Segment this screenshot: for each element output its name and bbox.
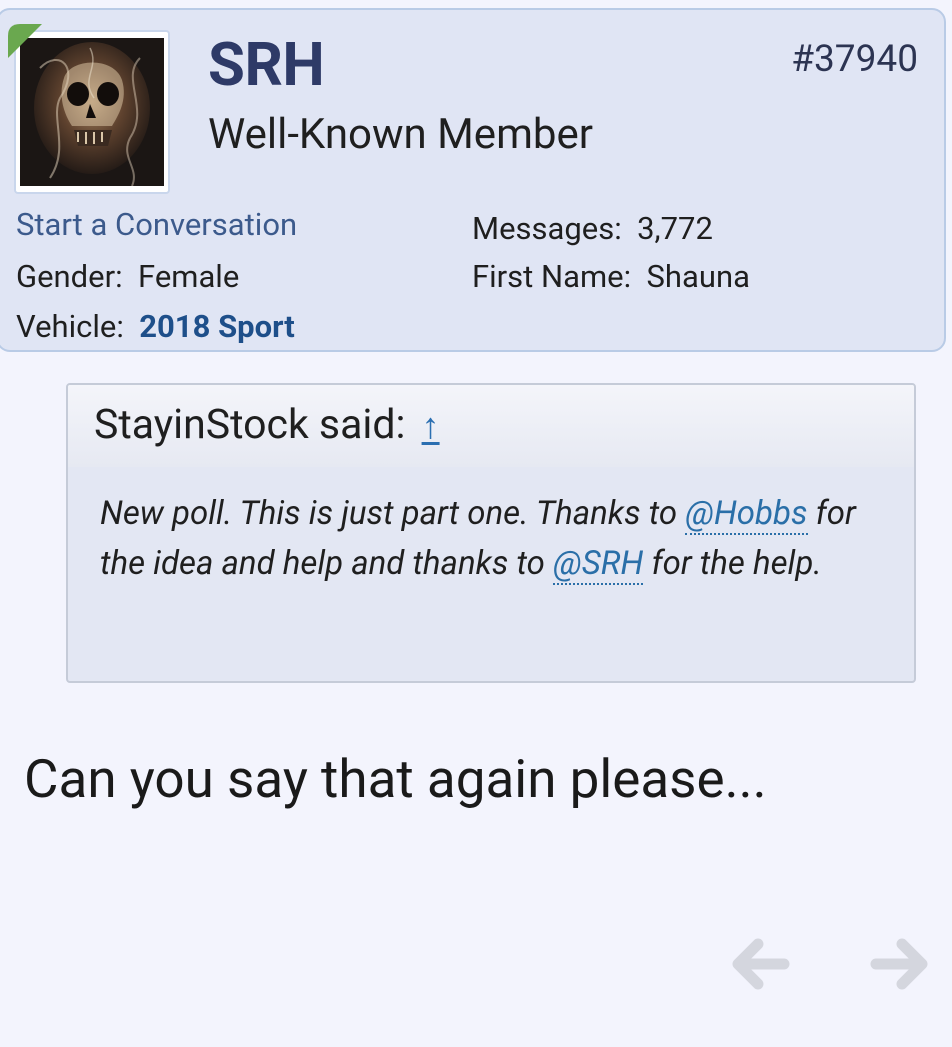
online-status-indicator — [8, 24, 42, 58]
user-card: SRH Well-Known Member #37940 Start a Con… — [0, 8, 946, 352]
quote-author[interactable]: StayinStock said: — [94, 401, 405, 449]
vehicle-value-link[interactable]: 2018 Sport — [139, 308, 294, 345]
quote-body: New poll. This is just part one. Thanks … — [68, 467, 914, 589]
avatar[interactable] — [20, 38, 164, 186]
post-body-text: Can you say that again please... — [24, 748, 767, 810]
messages-row: Messages: 3,772 — [472, 210, 713, 247]
first-name-row: First Name: Shauna — [472, 258, 750, 295]
first-name-value: Shauna — [646, 258, 750, 295]
vehicle-label: Vehicle: — [16, 308, 124, 345]
mention-srh-link[interactable]: @SRH — [553, 544, 644, 585]
post-number-link[interactable]: #37940 — [791, 39, 918, 81]
quote-header: StayinStock said: ↑ — [68, 385, 914, 467]
quote-text-1: New poll. This is just part one. Thanks … — [100, 494, 678, 533]
mention-hobbs-link[interactable]: @Hobbs — [685, 494, 808, 535]
start-conversation-link[interactable]: Start a Conversation — [16, 206, 297, 243]
gender-value: Female — [138, 258, 240, 295]
first-name-label: First Name: — [472, 258, 632, 295]
messages-label: Messages: — [472, 210, 622, 247]
vehicle-row: Vehicle: 2018 Sport — [16, 308, 295, 345]
messages-value: 3,772 — [637, 210, 713, 247]
quote-block: StayinStock said: ↑ New poll. This is ju… — [66, 383, 916, 683]
gender-row: Gender: Female — [16, 258, 239, 295]
username[interactable]: SRH — [208, 32, 325, 98]
arrow-right-icon[interactable] — [868, 932, 932, 996]
user-title: Well-Known Member — [208, 110, 593, 159]
jump-to-quote-icon[interactable]: ↑ — [422, 405, 440, 447]
arrow-left-icon[interactable] — [728, 932, 792, 996]
quote-text-3: for the help. — [651, 544, 822, 583]
gender-label: Gender: — [16, 258, 123, 295]
